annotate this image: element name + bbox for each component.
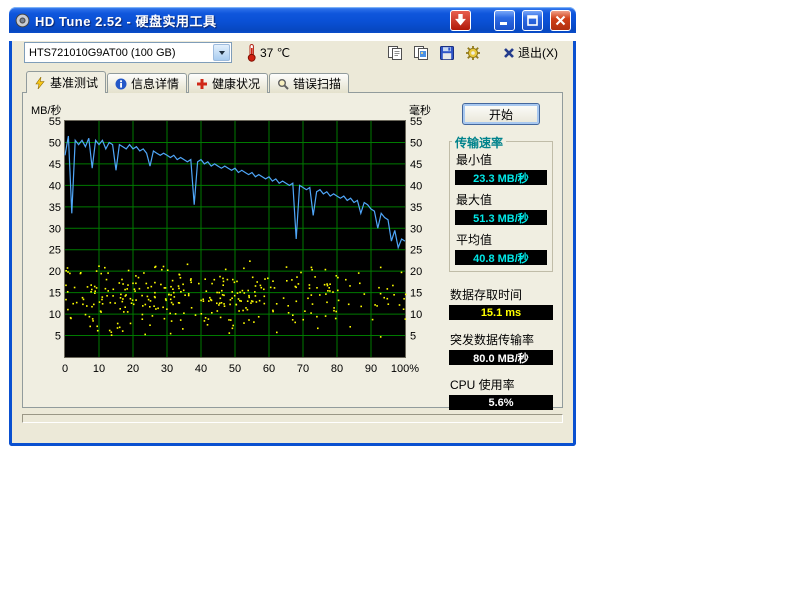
svg-text:50: 50: [410, 137, 422, 149]
tab-benchmark[interactable]: 基准测试: [26, 71, 106, 93]
exit-x-icon: [503, 47, 515, 59]
stat-cpu-usage: CPU 使用率 5.6%: [449, 376, 553, 410]
svg-text:20: 20: [127, 363, 139, 375]
tab-bar: 基准测试 信息详情 健康状况: [26, 71, 573, 93]
stat-value: 51.3 MB/秒: [455, 210, 547, 225]
stat-value: 5.6%: [449, 395, 553, 410]
svg-text:30: 30: [161, 363, 173, 375]
minimize-button[interactable]: [494, 10, 515, 31]
svg-text:100%: 100%: [391, 363, 419, 375]
transfer-rate-title: 传输速率: [452, 134, 506, 151]
svg-text:15: 15: [410, 288, 422, 300]
temperature-indicator: 37 ℃: [246, 43, 290, 62]
health-cross-icon: [196, 78, 208, 90]
svg-text:40: 40: [195, 363, 207, 375]
stat-value: 40.8 MB/秒: [455, 250, 547, 265]
svg-text:40: 40: [49, 180, 61, 192]
svg-text:10: 10: [93, 363, 105, 375]
save-button[interactable]: [436, 42, 458, 63]
stat-access-time: 数据存取时间 15.1 ms: [449, 286, 553, 320]
desktop: HD Tune 2.52 - 硬盘实用工具 HTS721010G9AT00 (1…: [0, 0, 800, 600]
stat-label: 最小值: [456, 151, 547, 168]
results-panel: 开始 传输速率 最小值 23.3 MB/秒 最大值 51.3 MB/秒 平均值: [449, 101, 553, 403]
benchmark-icon: [34, 77, 46, 89]
copy-text-button[interactable]: [384, 42, 406, 63]
tab-error-scan[interactable]: 错误扫描: [269, 73, 349, 93]
status-bar: [22, 414, 563, 423]
svg-text:20: 20: [49, 266, 61, 278]
stat-value: 23.3 MB/秒: [455, 170, 547, 185]
stat-avg: 平均值 40.8 MB/秒: [455, 231, 547, 265]
svg-text:45: 45: [410, 159, 422, 171]
svg-text:25: 25: [49, 245, 61, 257]
stat-label: CPU 使用率: [450, 376, 553, 393]
chevron-down-icon[interactable]: [213, 44, 230, 61]
svg-text:30: 30: [410, 223, 422, 235]
hd-tune-window: HD Tune 2.52 - 硬盘实用工具 HTS721010G9AT00 (1…: [9, 7, 576, 446]
toolbar: HTS721010G9AT00 (100 GB) 37 ℃: [24, 41, 563, 64]
svg-text:5: 5: [55, 331, 61, 343]
start-button[interactable]: 开始: [462, 103, 540, 125]
thermometer-icon: [246, 43, 257, 62]
svg-text:35: 35: [49, 202, 61, 214]
svg-text:35: 35: [410, 202, 422, 214]
svg-text:25: 25: [410, 245, 422, 257]
stat-max: 最大值 51.3 MB/秒: [455, 191, 547, 225]
svg-text:90: 90: [365, 363, 377, 375]
svg-text:毫秒: 毫秒: [409, 103, 431, 117]
svg-text:10: 10: [410, 309, 422, 321]
svg-text:45: 45: [49, 159, 61, 171]
exit-button[interactable]: 退出(X): [498, 41, 563, 64]
svg-text:55: 55: [49, 116, 61, 128]
toolbar-icons: [384, 42, 484, 63]
svg-text:80: 80: [331, 363, 343, 375]
maximize-button[interactable]: [522, 10, 543, 31]
svg-text:0: 0: [62, 363, 68, 375]
download-button[interactable]: [450, 10, 471, 31]
tab-info[interactable]: 信息详情: [107, 73, 187, 93]
svg-text:20: 20: [410, 266, 422, 278]
options-button[interactable]: [462, 42, 484, 63]
svg-text:50: 50: [229, 363, 241, 375]
magnifier-icon: [277, 78, 289, 90]
svg-text:60: 60: [263, 363, 275, 375]
info-icon: [115, 78, 127, 90]
svg-text:50: 50: [49, 137, 61, 149]
stat-label: 最大值: [456, 191, 547, 208]
stat-label: 平均值: [456, 231, 547, 248]
stat-value: 15.1 ms: [449, 305, 553, 320]
stat-burst-rate: 突发数据传输率 80.0 MB/秒: [449, 331, 553, 365]
benchmark-chart: MB/秒毫秒5510101515202025253030353540404545…: [29, 101, 443, 379]
tab-health[interactable]: 健康状况: [188, 73, 268, 93]
drive-select[interactable]: HTS721010G9AT00 (100 GB): [24, 42, 232, 63]
svg-text:70: 70: [297, 363, 309, 375]
exit-label: 退出(X): [518, 44, 558, 61]
stat-label: 数据存取时间: [450, 286, 553, 303]
svg-text:40: 40: [410, 180, 422, 192]
svg-text:5: 5: [410, 331, 416, 343]
svg-text:MB/秒: MB/秒: [31, 103, 62, 117]
transfer-rate-group: 传输速率 最小值 23.3 MB/秒 最大值 51.3 MB/秒 平均值 40.…: [449, 141, 553, 272]
svg-text:15: 15: [49, 288, 61, 300]
stat-min: 最小值 23.3 MB/秒: [455, 151, 547, 185]
drive-select-value: HTS721010G9AT00 (100 GB): [29, 47, 213, 59]
benchmark-chart-area: MB/秒毫秒5510101515202025253030353540404545…: [29, 101, 443, 403]
app-icon: [15, 13, 30, 28]
svg-text:30: 30: [49, 223, 61, 235]
close-button[interactable]: [550, 10, 571, 31]
stat-value: 80.0 MB/秒: [449, 350, 553, 365]
window-title: HD Tune 2.52 - 硬盘实用工具: [35, 11, 445, 30]
svg-text:10: 10: [49, 309, 61, 321]
tab-label: 健康状况: [212, 75, 260, 92]
svg-text:55: 55: [410, 116, 422, 128]
temperature-value: 37 ℃: [260, 46, 290, 60]
benchmark-panel: MB/秒毫秒5510101515202025253030353540404545…: [22, 92, 563, 408]
window-body: HTS721010G9AT00 (100 GB) 37 ℃: [9, 41, 576, 446]
tab-label: 错误扫描: [293, 75, 341, 92]
tab-label: 信息详情: [131, 75, 179, 92]
copy-image-button[interactable]: [410, 42, 432, 63]
titlebar: HD Tune 2.52 - 硬盘实用工具: [9, 7, 576, 33]
tab-label: 基准测试: [50, 74, 98, 91]
stat-label: 突发数据传输率: [450, 331, 553, 348]
